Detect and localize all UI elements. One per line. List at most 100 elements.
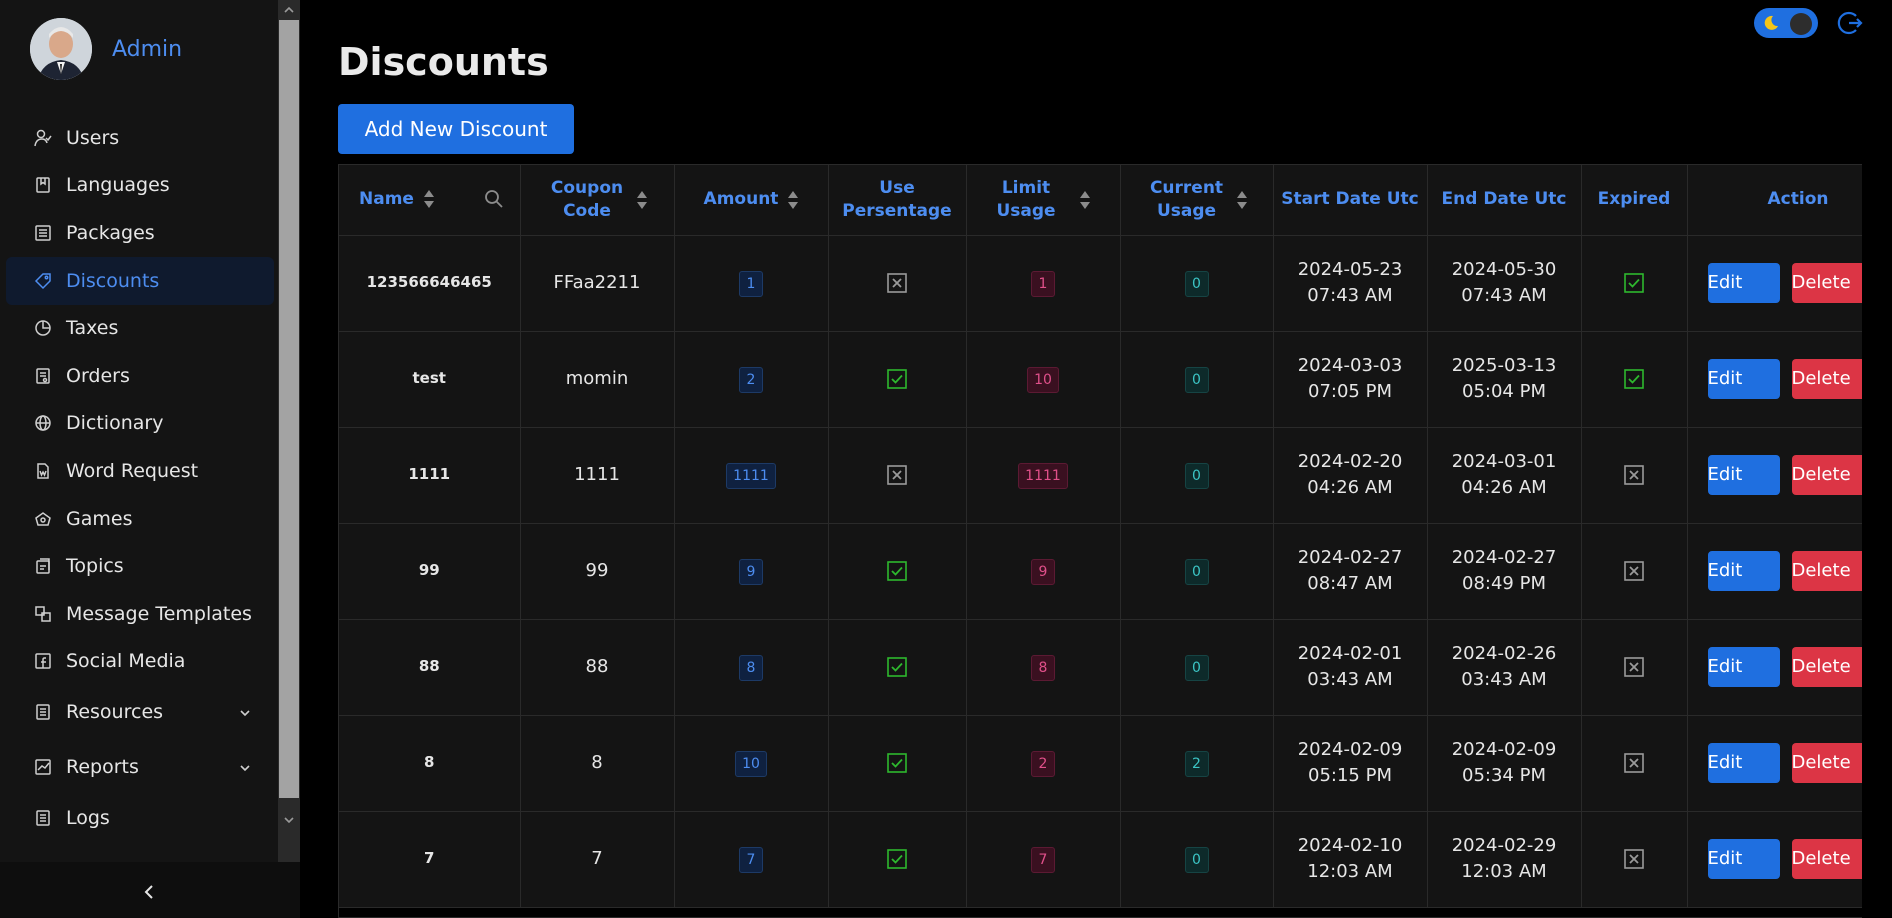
cell-coupon-code: 8	[520, 715, 675, 812]
end-time: 03:43 AM	[1461, 669, 1547, 690]
sort-icon[interactable]	[423, 190, 434, 209]
sidebar-item-word-request[interactable]: Word Request	[6, 447, 274, 495]
column-header-action: Action	[1687, 165, 1862, 236]
sidebar-item-taxes[interactable]: Taxes	[6, 304, 274, 352]
chevron-down-icon[interactable]	[238, 703, 252, 725]
sort-icon[interactable]	[637, 190, 647, 209]
app-root: Admin Users Languages Packages Discounts	[0, 0, 1892, 918]
cell-current-usage: 0	[1120, 235, 1274, 332]
cell-use-percentage	[828, 331, 967, 428]
cell-limit-usage: 10	[966, 331, 1121, 428]
column-header-end-date: End Date Utc	[1427, 165, 1582, 236]
cell-amount: 10	[674, 715, 829, 812]
sidebar-item-reports[interactable]: Reports	[6, 743, 274, 791]
cell-current-usage: 0	[1120, 811, 1274, 908]
checkbox-cross-icon	[1623, 848, 1645, 869]
sidebar-item-users[interactable]: Users	[6, 114, 274, 162]
start-date: 2024-05-23	[1297, 258, 1403, 280]
current-usage-badge: 0	[1184, 654, 1209, 681]
scroll-up-icon[interactable]	[281, 2, 297, 18]
cell-limit-usage: 1111	[966, 427, 1121, 524]
logs-icon	[34, 809, 52, 827]
collapse-sidebar-icon[interactable]	[140, 882, 160, 902]
edit-button[interactable]: Edit	[1707, 359, 1780, 399]
amount-badge: 8	[739, 654, 763, 681]
limit-badge: 8	[1031, 654, 1055, 681]
topics-icon	[34, 557, 52, 575]
sidebar-item-message-templates[interactable]: Message Templates	[6, 590, 274, 638]
start-time: 03:43 AM	[1307, 669, 1393, 690]
delete-button[interactable]: Delete	[1791, 647, 1862, 687]
cell-use-percentage	[828, 619, 967, 716]
cell-end-date: 2024-03-01 04:26 AM	[1427, 427, 1582, 524]
sidebar: Admin Users Languages Packages Discounts	[0, 0, 300, 918]
cell-name: 7	[339, 811, 521, 908]
end-date: 2024-02-26	[1451, 642, 1557, 664]
cell-expired	[1581, 235, 1688, 332]
sidebar-item-social-media[interactable]: Social Media	[6, 637, 274, 685]
delete-button[interactable]: Delete	[1791, 743, 1862, 783]
chevron-down-icon[interactable]	[238, 758, 252, 780]
sidebar-item-packages[interactable]: Packages	[6, 209, 274, 257]
cell-limit-usage: 7	[966, 811, 1121, 908]
sidebar-item-dictionary[interactable]: Dictionary	[6, 399, 274, 447]
table-row: test momin 2 10 0 2024-03-03 07:05 PM 2025-03-1…	[339, 331, 1862, 428]
column-header-limit-usage[interactable]: Limit Usage	[966, 165, 1121, 236]
profile[interactable]: Admin	[30, 18, 182, 80]
delete-button[interactable]: Delete	[1791, 551, 1862, 591]
sidebar-item-label: Taxes	[66, 317, 119, 339]
delete-button[interactable]: Delete	[1791, 839, 1862, 879]
sidebar-scrollbar-thumb[interactable]	[279, 20, 299, 798]
sidebar-item-label: Logs	[66, 807, 110, 829]
end-date: 2024-02-29	[1451, 834, 1557, 856]
column-header-amount[interactable]: Amount	[674, 165, 829, 236]
delete-button[interactable]: Delete	[1791, 359, 1862, 399]
sidebar-item-topics[interactable]: Topics	[6, 542, 274, 590]
column-header-coupon-code[interactable]: Coupon Code	[520, 165, 675, 236]
globe-icon	[34, 414, 52, 432]
logout-icon[interactable]	[1836, 9, 1864, 37]
edit-button[interactable]: Edit	[1707, 455, 1780, 495]
cell-action: Edit Delete	[1687, 427, 1862, 524]
column-header-current-usage[interactable]: Current Usage	[1120, 165, 1274, 236]
add-new-discount-button[interactable]: Add New Discount	[338, 104, 574, 154]
cell-start-date: 2024-02-27 08:47 AM	[1273, 523, 1428, 620]
edit-button[interactable]: Edit	[1707, 647, 1780, 687]
sidebar-item-logs[interactable]: Logs	[6, 794, 274, 842]
edit-button[interactable]: Edit	[1707, 839, 1780, 879]
checkbox-cross-icon	[1623, 560, 1645, 581]
search-icon[interactable]	[484, 189, 504, 209]
current-usage-badge: 0	[1184, 462, 1209, 489]
edit-button[interactable]: Edit	[1707, 551, 1780, 591]
column-header-name[interactable]: Name	[339, 165, 521, 236]
sort-icon[interactable]	[788, 190, 799, 209]
delete-button[interactable]: Delete	[1791, 263, 1862, 303]
table-row: 7 7 7 7 0 2024-02-10 12:03 AM 2024-02-29 12:03 A…	[339, 811, 1862, 908]
sidebar-item-languages[interactable]: Languages	[6, 161, 274, 209]
table-row: 123566646465 FFaa2211 1 1 0 2024-05-23 07:43 A…	[339, 235, 1862, 332]
theme-toggle[interactable]	[1754, 8, 1818, 38]
amount-badge: 1	[739, 270, 763, 297]
sidebar-item-orders[interactable]: Orders	[6, 352, 274, 400]
cell-end-date: 2024-02-09 05:34 PM	[1427, 715, 1582, 812]
edit-button[interactable]: Edit	[1707, 263, 1780, 303]
sort-icon[interactable]	[1080, 190, 1090, 209]
cell-coupon-code: 1111	[520, 427, 675, 524]
cell-limit-usage: 8	[966, 619, 1121, 716]
cell-name: 88	[339, 619, 521, 716]
cell-name: 123566646465	[339, 235, 521, 332]
cell-end-date: 2024-02-26 03:43 AM	[1427, 619, 1582, 716]
cell-limit-usage: 1	[966, 235, 1121, 332]
sidebar-item-discounts[interactable]: Discounts	[6, 257, 274, 305]
cell-start-date: 2024-02-20 04:26 AM	[1273, 427, 1428, 524]
cell-coupon-code: 88	[520, 619, 675, 716]
cell-coupon-code: FFaa2211	[520, 235, 675, 332]
edit-button[interactable]: Edit	[1707, 743, 1780, 783]
sidebar-item-resources[interactable]: Resources	[6, 688, 274, 736]
checkbox-cross-icon	[1623, 752, 1645, 773]
sort-icon[interactable]	[1236, 190, 1247, 209]
sidebar-item-games[interactable]: Games	[6, 495, 274, 543]
scroll-down-icon[interactable]	[281, 812, 297, 828]
cell-name: 99	[339, 523, 521, 620]
delete-button[interactable]: Delete	[1791, 455, 1862, 495]
